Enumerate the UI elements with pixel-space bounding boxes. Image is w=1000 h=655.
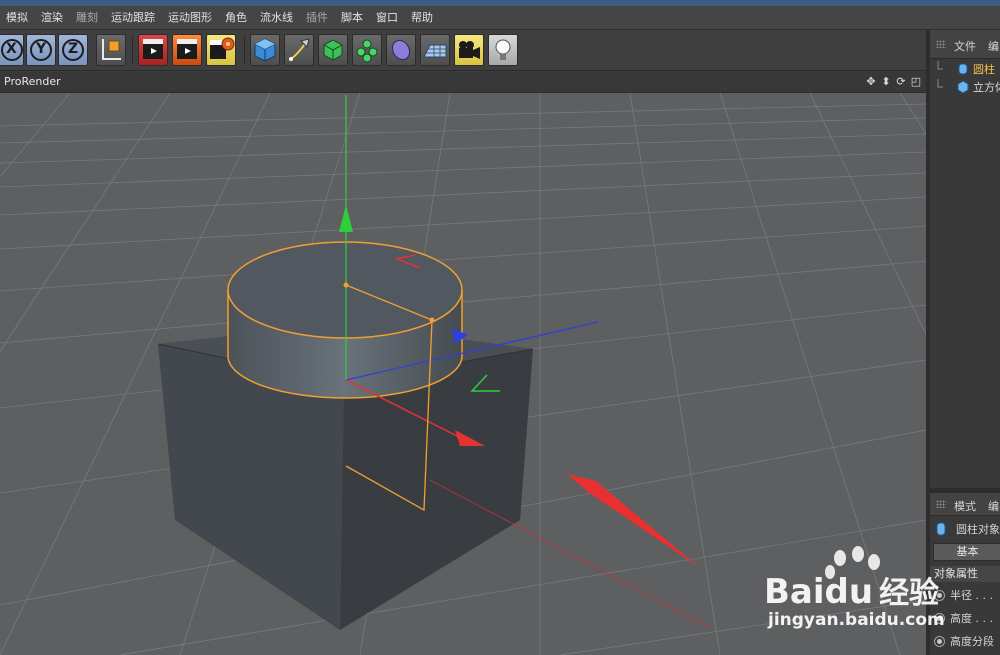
cylinder-icon: [958, 63, 968, 75]
attribute-object-label: 圆柱对象: [934, 519, 1000, 539]
object-manager-header: 文件 编: [930, 30, 1000, 59]
maximize-view-icon[interactable]: ◰: [910, 75, 922, 88]
object-row-cylinder[interactable]: 圆柱: [936, 60, 995, 78]
pen-icon: [289, 38, 310, 61]
cube-icon: [957, 80, 969, 94]
deformer-icon: [391, 39, 411, 61]
object-manager-panel: 文件 编 圆柱 立方体: [930, 30, 1000, 488]
menu-motion-tracking[interactable]: 运动跟踪: [105, 6, 162, 29]
menu-mograph[interactable]: 运动图形: [162, 6, 219, 29]
object-row-cube[interactable]: 立方体: [936, 78, 1000, 96]
menu-render[interactable]: 渲染: [35, 6, 70, 29]
annotation-arrow: [567, 474, 700, 568]
object-name[interactable]: 圆柱: [973, 61, 995, 77]
tab-edit[interactable]: 编: [988, 498, 999, 514]
array-cloner-button[interactable]: [352, 34, 382, 66]
tab-file[interactable]: 文件: [954, 38, 976, 54]
menu-help[interactable]: 帮助: [405, 6, 440, 29]
y-axis-lock-button[interactable]: Y: [26, 34, 56, 66]
menu-sculpt[interactable]: 雕刻: [70, 6, 105, 29]
cloner-icon: [356, 39, 378, 63]
light-bulb-icon: [495, 39, 511, 60]
pen-spline-button[interactable]: [284, 34, 314, 66]
menu-simulate[interactable]: 模拟: [0, 6, 35, 29]
cylinder-object[interactable]: [227, 241, 463, 399]
light-button[interactable]: [488, 34, 518, 66]
render-settings-icon: [210, 37, 235, 59]
tab-mode[interactable]: 模式: [954, 498, 976, 514]
x-axis-letter: X: [6, 41, 17, 57]
panel-grip-icon[interactable]: [936, 40, 946, 48]
world-coordinates-button[interactable]: [96, 34, 126, 66]
menu-script[interactable]: 脚本: [335, 6, 370, 29]
move-view-icon[interactable]: ✥: [865, 75, 877, 88]
x-axis-lock-button[interactable]: X: [0, 34, 24, 66]
deformer-button[interactable]: [386, 34, 416, 66]
rotate-view-icon[interactable]: ⟳: [895, 75, 907, 88]
tree-branch-icon: [937, 79, 943, 88]
watermark-brand: Baidu: [764, 572, 874, 612]
zoom-view-icon[interactable]: ⬍: [880, 75, 892, 88]
viewport-header: ProRender ✥ ⬍ ⟳ ◰: [0, 72, 926, 93]
cylinder-icon: [936, 522, 946, 536]
watermark-url: jingyan.baidu.com: [768, 610, 945, 630]
z-axis-letter: Z: [68, 41, 79, 57]
viewport-nav-icons: ✥ ⬍ ⟳ ◰: [865, 75, 922, 88]
renderer-label[interactable]: ProRender: [4, 75, 61, 88]
baidu-watermark: Baidu 经验 jingyan.baidu.com: [758, 540, 998, 640]
render-view-button[interactable]: [138, 34, 168, 66]
toolbar-separator: [132, 36, 133, 64]
toolbar-separator: [244, 36, 245, 64]
watermark-brand-cn: 经验: [879, 576, 940, 611]
menu-plugins[interactable]: 插件: [300, 6, 335, 29]
y-axis-letter: Y: [36, 41, 47, 57]
floor-button[interactable]: [420, 34, 450, 66]
floor-icon: [423, 44, 447, 58]
clapper-icon: [177, 39, 197, 59]
z-axis-lock-button[interactable]: Z: [58, 34, 88, 66]
main-toolbar: X Y Z: [0, 30, 1000, 71]
render-settings-button[interactable]: [206, 34, 236, 66]
menu-character[interactable]: 角色: [219, 6, 254, 29]
clapper-icon: [143, 39, 163, 59]
tab-edit[interactable]: 编: [988, 38, 999, 54]
menu-bar: 模拟 渲染 雕刻 运动跟踪 运动图形 角色 流水线 插件 脚本 窗口 帮助: [0, 6, 1000, 30]
menu-pipeline[interactable]: 流水线: [254, 6, 300, 29]
object-name[interactable]: 立方体: [973, 79, 1000, 95]
coordinate-system-icon: [102, 39, 121, 60]
cube-icon: [254, 38, 276, 62]
subdivision-icon: [323, 39, 343, 61]
menu-window[interactable]: 窗口: [370, 6, 405, 29]
panel-grip-icon[interactable]: [936, 500, 946, 508]
camera-button[interactable]: [454, 34, 484, 66]
tree-branch-icon: [937, 61, 943, 70]
cube-primitive-button[interactable]: [250, 34, 280, 66]
subdivision-surface-button[interactable]: [318, 34, 348, 66]
object-type-label: 圆柱对象: [956, 523, 1000, 536]
attribute-manager-header: 模式 编: [930, 493, 1000, 516]
camera-icon: [459, 41, 480, 59]
render-to-picture-viewer-button[interactable]: [172, 34, 202, 66]
